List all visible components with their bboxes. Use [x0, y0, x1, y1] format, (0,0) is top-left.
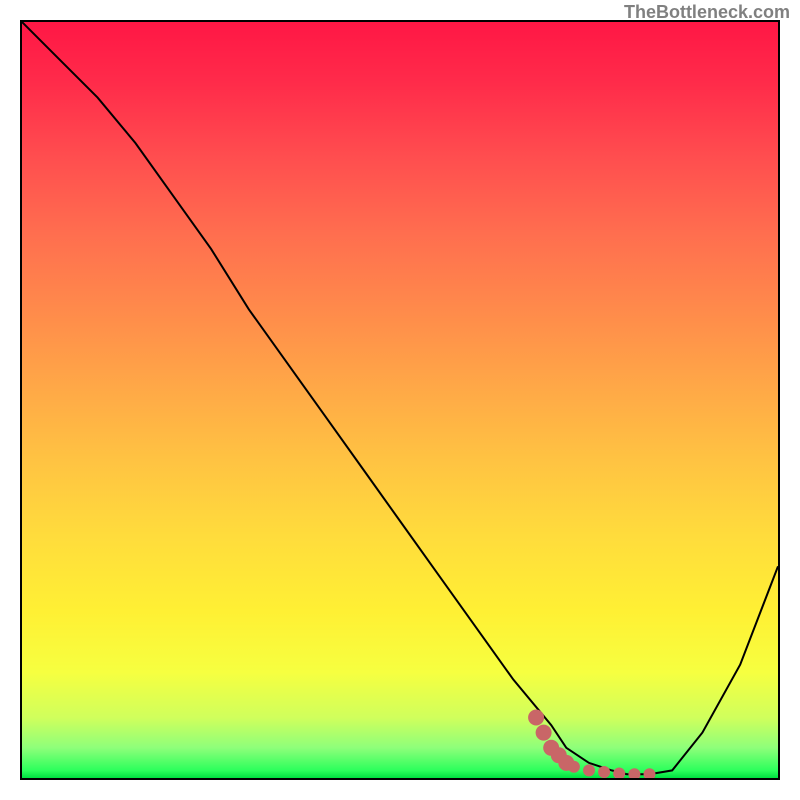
marker-point — [536, 725, 552, 741]
marker-point — [613, 768, 625, 779]
watermark-text: TheBottleneck.com — [624, 2, 790, 23]
marker-point — [528, 710, 544, 726]
optimal-range-markers — [22, 22, 778, 778]
marker-point — [568, 761, 580, 773]
marker-point — [644, 768, 656, 778]
marker-point — [598, 766, 610, 778]
marker-point — [583, 764, 595, 776]
marker-point — [628, 768, 640, 778]
plot-area — [22, 22, 778, 778]
chart-container: TheBottleneck.com — [0, 0, 800, 800]
